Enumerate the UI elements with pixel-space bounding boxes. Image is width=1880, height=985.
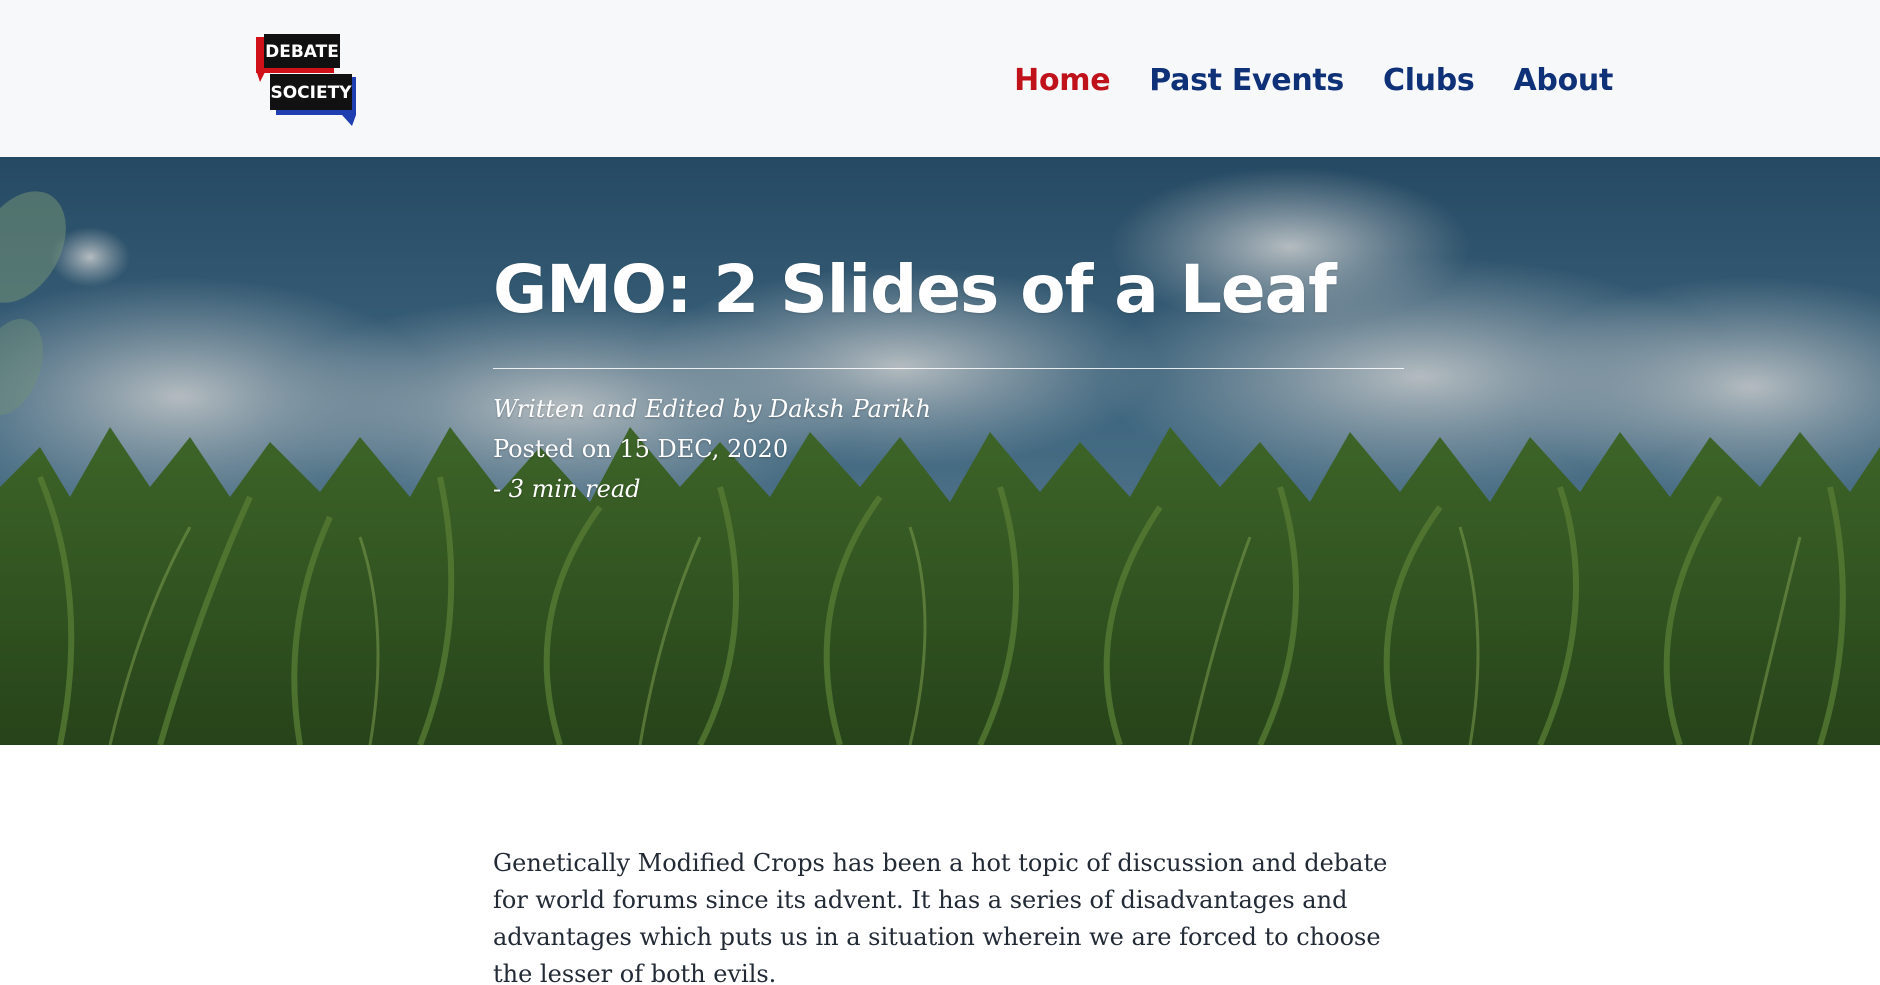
nav-clubs[interactable]: Clubs bbox=[1383, 63, 1475, 98]
logo-text-debate: DEBATE bbox=[265, 42, 339, 62]
article-meta: Written and Edited by Daksh Parikh Poste… bbox=[493, 389, 1404, 509]
author-line: Written and Edited by Daksh Parikh bbox=[493, 395, 932, 423]
hero-content: GMO: 2 Slides of a Leaf Written and Edit… bbox=[493, 250, 1404, 509]
nav-past-events[interactable]: Past Events bbox=[1149, 63, 1344, 98]
article-body: Genetically Modified Crops has been a ho… bbox=[493, 845, 1404, 985]
site-header: DEBATE SOCIETY Home Past Events Clubs Ab… bbox=[0, 0, 1880, 157]
debate-society-logo[interactable]: DEBATE SOCIETY bbox=[256, 34, 356, 126]
nav-home[interactable]: Home bbox=[1014, 63, 1110, 98]
read-time: - 3 min read bbox=[493, 475, 641, 503]
main-nav: Home Past Events Clubs About bbox=[1014, 56, 1613, 104]
logo-text-society: SOCIETY bbox=[270, 83, 352, 103]
article-intro-paragraph: Genetically Modified Crops has been a ho… bbox=[493, 849, 1388, 985]
hero-banner: GMO: 2 Slides of a Leaf Written and Edit… bbox=[0, 157, 1880, 745]
title-divider bbox=[493, 368, 1404, 369]
nav-about[interactable]: About bbox=[1513, 63, 1613, 98]
posted-date: Posted on 15 DEC, 2020 bbox=[493, 435, 789, 463]
article-title: GMO: 2 Slides of a Leaf bbox=[493, 251, 1337, 328]
logo-graphic: DEBATE SOCIETY bbox=[256, 34, 356, 126]
